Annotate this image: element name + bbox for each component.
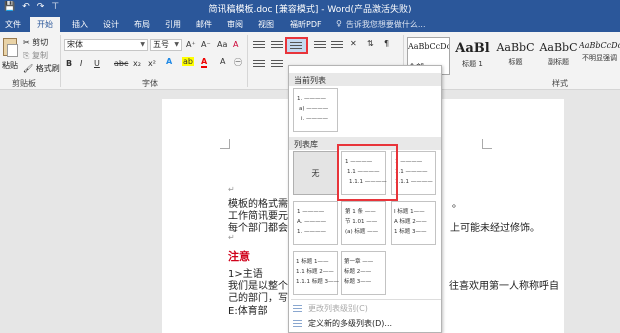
ribbon-tabs: 文件 开始 插入 设计 布局 引用 邮件 审阅 视图 福昕PDF ♀ 告诉我您想… xyxy=(0,16,620,32)
enclosed-char-icon[interactable]: ㊀ xyxy=(234,57,242,68)
tab-layout[interactable]: 布局 xyxy=(134,19,150,30)
paste-icon[interactable] xyxy=(3,38,18,57)
font-size-select[interactable]: 五号 ▼ xyxy=(150,39,182,51)
bullets-icon[interactable] xyxy=(253,41,265,50)
char-shading-icon[interactable]: A xyxy=(220,57,225,66)
change-case-button[interactable]: Aa xyxy=(217,40,227,49)
doc-text-fragment: 上可能未经过修饰。 xyxy=(450,223,540,234)
list-style-heading-numbered[interactable]: 1 标题 1—— 1.1 标题 2—— 1.1.1 标题 3—— xyxy=(293,251,339,295)
list-style-none[interactable]: 无 xyxy=(293,151,338,195)
align-center-icon[interactable] xyxy=(271,60,283,69)
tab-home[interactable]: 开始 xyxy=(30,17,60,32)
italic-button[interactable]: I xyxy=(80,59,82,68)
doc-text-line: E:体育部 xyxy=(228,306,268,317)
clear-format-button[interactable]: A xyxy=(233,40,238,49)
tab-foxit-pdf[interactable]: 福昕PDF xyxy=(290,19,322,30)
change-list-level-item[interactable]: 更改列表级别(C) xyxy=(293,303,368,314)
indent-icon xyxy=(293,304,302,313)
define-new-multilevel-list-item[interactable]: 定义新的多级列表(D)... xyxy=(293,318,392,329)
superscript-button[interactable]: x² xyxy=(148,59,156,68)
doc-text-fragment: 往喜欢用第一人称称呼自 xyxy=(449,281,559,292)
tab-insert[interactable]: 插入 xyxy=(72,19,88,30)
style-subtle-emphasis[interactable]: AaBbCcDc 不明显强调 xyxy=(579,37,620,75)
crop-mark xyxy=(220,139,230,149)
styles-group-label: 样式 xyxy=(552,79,568,88)
list-icon xyxy=(293,319,302,328)
increase-indent-icon[interactable] xyxy=(331,41,343,50)
highlight-box xyxy=(337,144,398,201)
text-effects-icon[interactable]: A xyxy=(166,57,172,66)
style-subtitle[interactable]: AaBbC 副标题 xyxy=(537,37,580,75)
group-separator xyxy=(247,35,248,87)
sort-icon[interactable]: ⇅ xyxy=(367,39,374,48)
tell-me-placeholder: 告诉我您想要做什么... xyxy=(345,20,426,29)
underline-button[interactable]: U xyxy=(94,59,100,68)
clipboard-group-label: 剪贴板 xyxy=(12,79,36,88)
current-list-header: 当前列表 xyxy=(289,73,441,86)
tab-review[interactable]: 审阅 xyxy=(227,19,243,30)
style-title[interactable]: AaBbC 标题 xyxy=(494,37,537,75)
subscript-button[interactable]: x₂ xyxy=(133,59,141,68)
align-left-icon[interactable] xyxy=(253,60,265,69)
doc-text-line: 每个部门都会 xyxy=(228,223,288,234)
copy-button[interactable]: ⎘ 复制 xyxy=(23,50,48,61)
format-painter-button[interactable]: 🖌 格式刷 xyxy=(23,63,60,74)
lightbulb-icon: ♀ xyxy=(336,19,342,28)
doc-heading: 注意 xyxy=(228,250,250,263)
strikethrough-button[interactable]: abc xyxy=(114,59,128,68)
title-bar: 💾 ↶ ↷ ⊤ 简讯稿模板.doc [兼容模式] - Word(产品激活失败) xyxy=(0,0,620,16)
font-group-label: 字体 xyxy=(142,79,158,88)
tell-me-box[interactable]: ♀ 告诉我您想要做什么... xyxy=(336,19,426,30)
list-style-chapter[interactable]: 第一章 —— 标题 2—— 标题 3—— xyxy=(341,251,386,295)
font-color-icon[interactable]: A xyxy=(201,57,208,68)
window-title: 简讯稿模板.doc [兼容模式] - Word(产品激活失败) xyxy=(208,5,412,15)
paragraph-mark: ↵ xyxy=(228,233,235,242)
highlight-icon[interactable]: ab xyxy=(182,57,194,66)
paste-button[interactable]: 粘贴 xyxy=(2,60,18,71)
list-style-mixed[interactable]: 1 ———— A. ———— 1. ———— xyxy=(293,201,338,245)
group-separator xyxy=(60,35,61,87)
shrink-font-button[interactable]: A⁻ xyxy=(201,40,211,49)
style-heading-1[interactable]: AaBl 标题 1 xyxy=(451,37,494,75)
decrease-indent-icon[interactable] xyxy=(314,41,326,50)
chevron-down-icon: ▼ xyxy=(140,41,145,48)
crop-mark xyxy=(482,139,492,149)
chevron-down-icon: ▼ xyxy=(174,41,179,48)
show-marks-icon[interactable]: ¶ xyxy=(384,39,389,48)
font-name-select[interactable]: 宋体 ▼ xyxy=(64,39,148,51)
multilevel-list-icon xyxy=(290,42,302,51)
numbering-icon[interactable] xyxy=(271,41,283,50)
current-list-thumb[interactable]: 1. ———— a) ———— i. ———— xyxy=(293,88,338,132)
doc-text-fragment: 。 xyxy=(452,199,462,210)
bold-button[interactable]: B xyxy=(66,59,72,68)
list-style-heading-roman[interactable]: I 标题 1—— A 标题 2—— 1 标题 3—— xyxy=(391,201,436,245)
cut-button[interactable]: ✂ 剪切 xyxy=(23,37,48,48)
chinese-layout-icon[interactable]: ✕ xyxy=(350,39,357,48)
tab-references[interactable]: 引用 xyxy=(165,19,181,30)
tab-view[interactable]: 视图 xyxy=(258,19,274,30)
menu-divider xyxy=(291,299,441,300)
tab-design[interactable]: 设计 xyxy=(103,19,119,30)
multilevel-list-button[interactable] xyxy=(285,37,308,54)
list-style-article-section[interactable]: 第 1 条 —— 节 1.01 —— (a) 标题 —— xyxy=(341,201,386,245)
grow-font-button[interactable]: A⁺ xyxy=(186,40,196,49)
tab-file[interactable]: 文件 xyxy=(5,19,21,30)
paragraph-mark: ↵ xyxy=(228,185,235,194)
tab-mailings[interactable]: 邮件 xyxy=(196,19,212,30)
